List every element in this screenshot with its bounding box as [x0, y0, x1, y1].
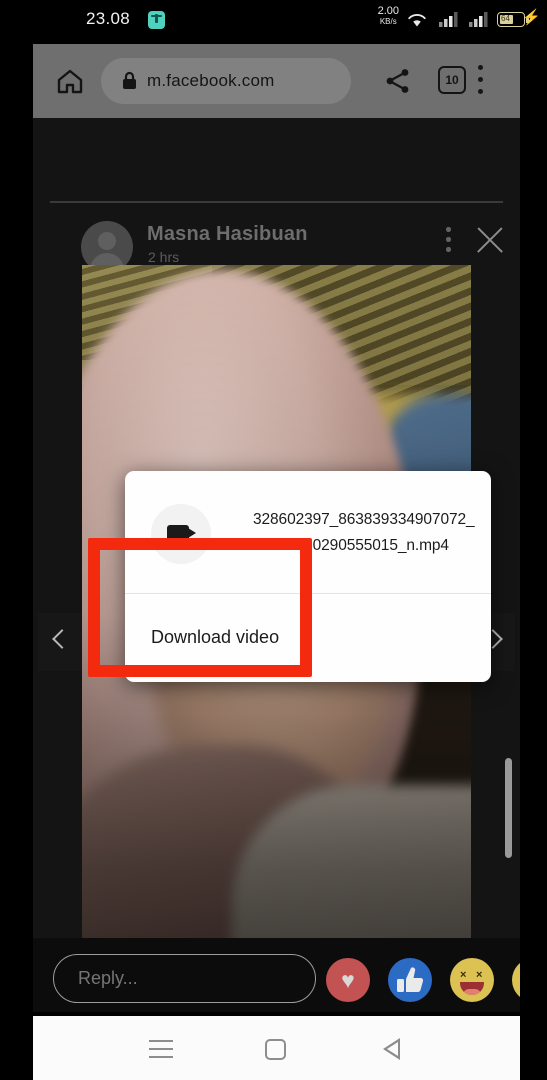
lock-icon	[123, 71, 136, 89]
divider	[50, 201, 503, 203]
avatar-head	[98, 232, 116, 250]
lightning-bolt-icon: ⚡	[522, 9, 541, 26]
battery-level-label: 64	[501, 14, 510, 23]
dialog-file-row: 328602397_863839334907072_53201250290555…	[125, 471, 491, 593]
vertical-scrollbar[interactable]	[505, 758, 512, 858]
tab-count-label: 10	[445, 73, 459, 87]
data-rate-value: 2.00	[377, 5, 399, 17]
like-reaction-button[interactable]	[388, 958, 432, 1002]
heart-reaction-button[interactable]: ♥	[326, 958, 370, 1002]
carousel-prev-button[interactable]	[38, 613, 82, 671]
share-icon[interactable]	[383, 66, 413, 96]
phone-screenshot: 23.08 2.00 KB/s 64 ⚡ m.facebook.com 10 M…	[0, 0, 547, 1080]
address-bar[interactable]: m.facebook.com	[101, 58, 351, 104]
data-rate-indicator: 2.00 KB/s	[378, 6, 399, 26]
post-menu-button[interactable]	[446, 227, 451, 253]
post-author-name[interactable]: Masna Hasibuan	[147, 223, 308, 246]
thumbs-up-icon	[397, 967, 424, 993]
post-timestamp: 2 hrs	[148, 249, 180, 265]
reply-bar: ♥ × ×	[33, 938, 520, 1012]
haha-mouth-icon	[460, 982, 484, 995]
browser-page: m.facebook.com 10 Masna Hasibuan 2 hrs R…	[33, 44, 520, 1012]
close-x-icon[interactable]	[473, 223, 507, 257]
dialog-file-icon-circle	[151, 504, 211, 564]
video-camera-icon	[167, 525, 196, 542]
three-dot-menu-icon	[478, 65, 483, 70]
back-triangle-icon[interactable]	[383, 1038, 400, 1060]
data-rate-unit: KB/s	[379, 17, 397, 26]
signal-bars-sim1-icon	[439, 12, 458, 27]
download-video-button[interactable]: Download video	[125, 594, 491, 682]
clipboard-icon	[148, 11, 165, 29]
home-square-icon[interactable]	[265, 1039, 286, 1060]
haha-reaction-button[interactable]: × ×	[450, 958, 494, 1002]
recents-icon[interactable]	[149, 1040, 173, 1058]
signal-bars-sim2-icon	[469, 12, 488, 27]
three-dot-menu-icon	[446, 227, 451, 232]
dialog-filename: 328602397_863839334907072_53201250290555…	[253, 511, 475, 554]
tab-counter-button[interactable]: 10	[438, 66, 466, 94]
heart-icon: ♥	[341, 966, 355, 993]
battery-icon: 64	[497, 12, 529, 27]
wow-reaction-button[interactable]	[512, 958, 520, 1002]
browser-toolbar: m.facebook.com 10	[33, 44, 520, 118]
home-icon[interactable]	[55, 66, 85, 96]
haha-eye-right-icon: ×	[476, 969, 483, 981]
wifi-icon	[408, 14, 426, 27]
download-video-label: Download video	[151, 627, 280, 647]
reply-input[interactable]	[53, 954, 316, 1003]
status-bar-clock: 23.08	[86, 9, 131, 28]
status-bar: 23.08 2.00 KB/s 64 ⚡	[0, 0, 547, 40]
haha-eye-left-icon: ×	[460, 969, 467, 981]
android-navigation-bar	[33, 1016, 520, 1080]
download-dialog: 328602397_863839334907072_53201250290555…	[125, 471, 491, 682]
browser-menu-button[interactable]	[478, 65, 484, 95]
url-text: m.facebook.com	[147, 71, 275, 90]
chevron-left-icon	[52, 629, 72, 649]
